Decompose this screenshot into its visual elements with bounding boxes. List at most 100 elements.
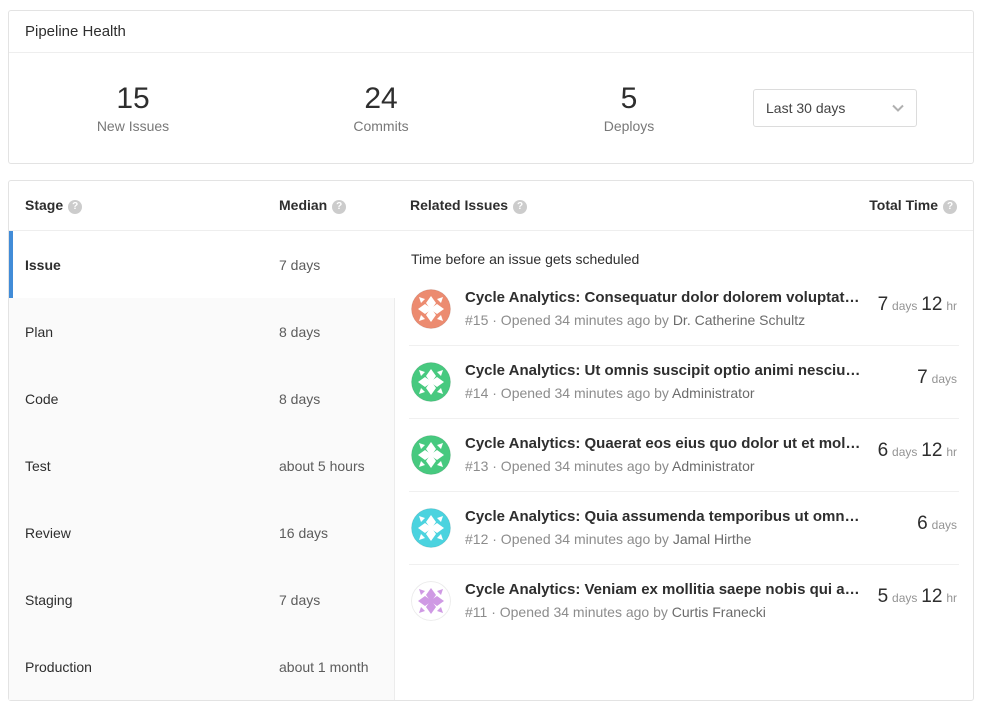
stat-deploys-label: Deploys xyxy=(505,118,753,134)
issue-title-link[interactable]: Cycle Analytics: Consequatur dolor dolor… xyxy=(465,289,866,308)
column-header-total-time-label: Total Time xyxy=(869,197,938,213)
stage-description: Time before an issue gets scheduled xyxy=(409,231,959,273)
cycle-analytics-body: Issue 7 days Plan 8 days Code 8 days Tes… xyxy=(9,231,973,700)
total-time-unit: days xyxy=(892,445,917,459)
pipeline-health-title: Pipeline Health xyxy=(9,11,973,53)
stage-name: Issue xyxy=(25,257,279,273)
identicon-avatar xyxy=(411,362,451,402)
issue-meta-text: #13 · Opened 34 minutes ago by xyxy=(465,458,669,474)
issue-event-main: Cycle Analytics: Quia assumenda temporib… xyxy=(465,508,905,547)
cycle-analytics-card: Stage Median Related Issues Total Time I… xyxy=(8,180,974,701)
stage-item-plan[interactable]: Plan 8 days xyxy=(9,298,395,365)
issue-event-row: Cycle Analytics: Quaerat eos eius quo do… xyxy=(409,419,959,492)
issue-author-link[interactable]: Dr. Catherine Schultz xyxy=(673,312,805,328)
pipeline-health-card: Pipeline Health 15 New Issues 24 Commits… xyxy=(8,10,974,164)
issue-meta: #13 · Opened 34 minutes ago by Administr… xyxy=(465,458,866,474)
issue-title-link[interactable]: Cycle Analytics: Quaerat eos eius quo do… xyxy=(465,435,866,454)
date-range-dropdown[interactable]: Last 30 days xyxy=(753,89,917,127)
stage-median: 8 days xyxy=(279,324,320,340)
date-range-column: Last 30 days xyxy=(753,89,973,127)
stage-name: Production xyxy=(25,659,279,675)
issue-author-link[interactable]: Jamal Hirthe xyxy=(673,531,752,547)
issue-event-row: Cycle Analytics: Veniam ex mollitia saep… xyxy=(409,565,959,637)
stage-item-production[interactable]: Production about 1 month xyxy=(9,633,395,700)
column-header-stage-label: Stage xyxy=(25,197,63,213)
stage-item-issue[interactable]: Issue 7 days xyxy=(9,231,395,298)
issue-meta-text: #11 · Opened 34 minutes ago by xyxy=(465,604,668,620)
issue-title-link[interactable]: Cycle Analytics: Quia assumenda temporib… xyxy=(465,508,905,527)
stage-name: Review xyxy=(25,525,279,541)
column-header-related-issues-label: Related Issues xyxy=(410,197,508,213)
issue-meta: #14 · Opened 34 minutes ago by Administr… xyxy=(465,385,905,401)
total-time-unit: days xyxy=(932,518,957,532)
total-time-number: 12 xyxy=(921,586,942,607)
stage-item-code[interactable]: Code 8 days xyxy=(9,365,395,432)
column-header-related-issues: Related Issues xyxy=(410,197,869,214)
total-time-unit: days xyxy=(892,299,917,313)
identicon-avatar xyxy=(411,581,451,621)
column-header-median-label: Median xyxy=(279,197,327,213)
stage-name: Plan xyxy=(25,324,279,340)
stage-median: 8 days xyxy=(279,391,320,407)
stage-name: Staging xyxy=(25,592,279,608)
issue-meta: #12 · Opened 34 minutes ago by Jamal Hir… xyxy=(465,531,905,547)
stat-new-issues-label: New Issues xyxy=(9,118,257,134)
total-time-number: 12 xyxy=(921,440,942,461)
stat-commits-label: Commits xyxy=(257,118,505,134)
issue-total-time: 5 days 12 hr xyxy=(878,581,957,608)
stage-median: 7 days xyxy=(279,257,320,273)
total-time-number: 12 xyxy=(921,294,942,315)
stage-item-staging[interactable]: Staging 7 days xyxy=(9,566,395,633)
help-icon[interactable] xyxy=(68,200,82,214)
issue-title-link[interactable]: Cycle Analytics: Veniam ex mollitia saep… xyxy=(465,581,866,600)
stage-item-test[interactable]: Test about 5 hours xyxy=(9,432,395,499)
issue-author-link[interactable]: Administrator xyxy=(672,385,754,401)
summary-stats: 15 New Issues 24 Commits 5 Deploys Last … xyxy=(9,53,973,163)
stage-median: about 5 hours xyxy=(279,458,365,474)
total-time-number: 6 xyxy=(917,513,928,534)
stage-median: 16 days xyxy=(279,525,328,541)
stage-events-panel: Time before an issue gets scheduled C xyxy=(395,231,973,700)
stat-commits-value: 24 xyxy=(257,82,505,115)
column-header-total-time: Total Time xyxy=(869,197,973,214)
issue-event-main: Cycle Analytics: Consequatur dolor dolor… xyxy=(465,289,866,328)
total-time-unit: hr xyxy=(946,445,957,459)
total-time-number: 6 xyxy=(878,440,889,461)
issue-title-link[interactable]: Cycle Analytics: Ut omnis suscipit optio… xyxy=(465,362,905,381)
identicon-avatar xyxy=(411,508,451,548)
stage-item-review[interactable]: Review 16 days xyxy=(9,499,395,566)
issue-meta-text: #14 · Opened 34 minutes ago by xyxy=(465,385,669,401)
issue-meta: #11 · Opened 34 minutes ago by Curtis Fr… xyxy=(465,604,866,620)
chevron-down-icon xyxy=(892,104,904,112)
stat-commits: 24 Commits xyxy=(257,82,505,134)
issue-event-main: Cycle Analytics: Ut omnis suscipit optio… xyxy=(465,362,905,401)
identicon-avatar xyxy=(411,289,451,329)
issue-meta-text: #12 · Opened 34 minutes ago by xyxy=(465,531,669,547)
total-time-number: 7 xyxy=(917,367,928,388)
issue-author-link[interactable]: Curtis Franecki xyxy=(672,604,766,620)
issue-meta: #15 · Opened 34 minutes ago by Dr. Cathe… xyxy=(465,312,866,328)
stat-deploys-value: 5 xyxy=(505,82,753,115)
stage-name: Test xyxy=(25,458,279,474)
issue-event-row: Cycle Analytics: Ut omnis suscipit optio… xyxy=(409,346,959,419)
issue-event-row: Cycle Analytics: Quia assumenda temporib… xyxy=(409,492,959,565)
help-icon[interactable] xyxy=(513,200,527,214)
issue-author-link[interactable]: Administrator xyxy=(672,458,754,474)
stage-median: about 1 month xyxy=(279,659,369,675)
stat-new-issues-value: 15 xyxy=(9,82,257,115)
total-time-unit: days xyxy=(892,591,917,605)
help-icon[interactable] xyxy=(332,200,346,214)
issue-event-row: Cycle Analytics: Consequatur dolor dolor… xyxy=(409,273,959,346)
page: Pipeline Health 15 New Issues 24 Commits… xyxy=(0,0,982,709)
stat-new-issues: 15 New Issues xyxy=(9,82,257,134)
column-header-stage: Stage xyxy=(25,197,279,214)
issue-total-time: 6 days 12 hr xyxy=(878,435,957,462)
stat-deploys: 5 Deploys xyxy=(505,82,753,134)
total-time-unit: hr xyxy=(946,299,957,313)
date-range-selected: Last 30 days xyxy=(766,100,845,116)
help-icon[interactable] xyxy=(943,200,957,214)
stage-name: Code xyxy=(25,391,279,407)
issue-total-time: 6 days xyxy=(917,508,957,535)
issue-meta-text: #15 · Opened 34 minutes ago by xyxy=(465,312,669,328)
total-time-unit: days xyxy=(932,372,957,386)
